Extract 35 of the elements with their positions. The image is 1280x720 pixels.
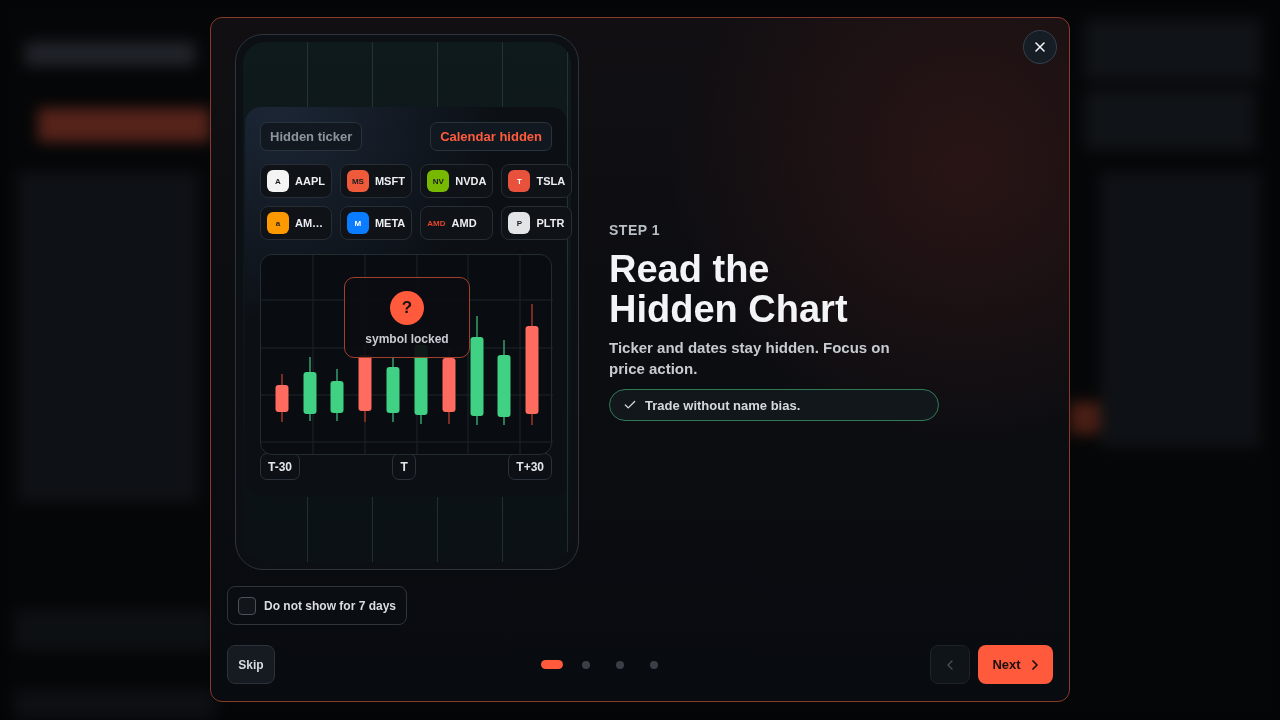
ticker-symbol: MSFT bbox=[374, 175, 405, 187]
step-title: Read the Hidden Chart bbox=[609, 249, 849, 329]
ticker-symbol: NVDA bbox=[455, 175, 487, 187]
ticker-symbol: AMD bbox=[451, 217, 477, 229]
status-chip: Calendar hidden bbox=[430, 122, 552, 151]
ticker-logo: a bbox=[267, 212, 289, 234]
step-description: Ticker and dates stay hidden. Focus on price action. bbox=[609, 338, 891, 379]
ticker-symbol: AM… bbox=[295, 217, 324, 229]
check-icon bbox=[623, 398, 637, 412]
highlight-text: Trade without name bias. bbox=[645, 397, 801, 413]
ticker-logo: A bbox=[267, 170, 289, 192]
ticker-symbol: AAPL bbox=[295, 175, 325, 187]
ticker-logo: P bbox=[508, 212, 531, 234]
ticker-symbol: META bbox=[374, 217, 406, 229]
option-label: Do not show for 7 days bbox=[264, 598, 396, 613]
axis-label: T bbox=[392, 453, 416, 480]
step-label: STEP 1 bbox=[609, 222, 660, 239]
ticker-logo: M bbox=[346, 212, 369, 234]
checkbox[interactable] bbox=[238, 596, 256, 615]
ticker-symbol: TSLA bbox=[536, 175, 566, 187]
page-dot[interactable] bbox=[581, 660, 590, 669]
ticker-logo: NV bbox=[427, 170, 450, 192]
axis-label: T+30 bbox=[508, 453, 552, 480]
page-dot[interactable] bbox=[615, 660, 624, 669]
close-icon bbox=[1032, 39, 1048, 55]
skip-button[interactable]: Skip bbox=[227, 645, 275, 684]
ticker-logo: T bbox=[508, 170, 531, 192]
ticker-logo: MS bbox=[346, 170, 369, 192]
axis-label: T-30 bbox=[260, 453, 300, 480]
ticker-symbol: PLTR bbox=[536, 217, 565, 229]
ticker-logo: AMD bbox=[427, 217, 446, 230]
dont-show-option[interactable]: Do not show for 7 days bbox=[227, 586, 407, 625]
next-button[interactable]: Next bbox=[978, 645, 1053, 684]
status-chip: Hidden ticker bbox=[260, 122, 363, 151]
page-dot[interactable] bbox=[649, 660, 658, 669]
